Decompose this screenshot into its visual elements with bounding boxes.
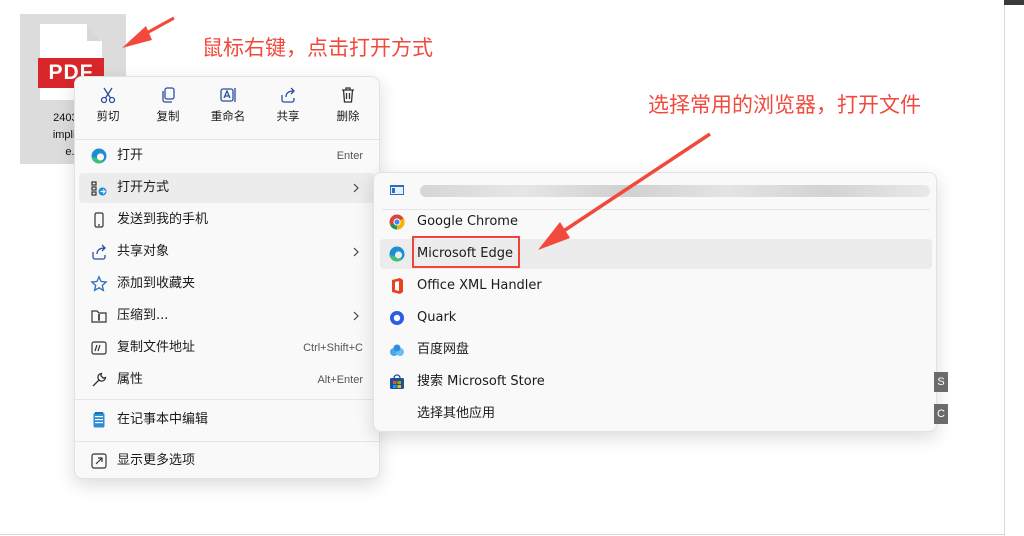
menu-item-open-with[interactable]: 打开方式 <box>79 173 375 203</box>
rename-label: 重命名 <box>210 109 246 123</box>
menu-item-label: 打开 <box>117 148 144 163</box>
menu-divider <box>75 139 379 140</box>
notepad-icon <box>93 412 105 428</box>
share-icon <box>281 87 295 103</box>
menu-item-label: 添加到收藏夹 <box>117 276 196 291</box>
submenu-item-label: Office XML Handler <box>417 278 542 293</box>
window-bottom-edge <box>0 534 1004 535</box>
submenu-item-label: 选择其他应用 <box>417 406 496 421</box>
more-options-icon <box>91 453 107 469</box>
menu-item-compress[interactable]: 压缩到... <box>79 301 375 331</box>
highlight-box-edge <box>412 236 520 268</box>
window-edge <box>1004 0 1005 536</box>
edge-icon <box>91 148 107 164</box>
phone-icon <box>94 212 104 228</box>
access-key-hint: C <box>934 404 948 424</box>
menu-item-properties[interactable]: 属性 Alt+Enter <box>79 365 375 395</box>
menu-item-label: 复制文件地址 <box>117 340 196 355</box>
submenu-item-store[interactable]: 搜索 Microsoft Store <box>380 367 932 397</box>
rename-button[interactable]: 重命名 <box>203 86 253 130</box>
menu-shortcut: Alt+Enter <box>317 374 363 386</box>
copy-label: 复制 <box>156 109 180 123</box>
submenu-item-choose-other[interactable]: 选择其他应用 <box>380 399 932 429</box>
scissors-icon <box>100 87 116 104</box>
menu-item-share-to[interactable]: 共享对象 <box>79 237 375 267</box>
open-with-submenu: Google Chrome Microsoft Edge Office XML … <box>373 172 937 432</box>
chevron-right-icon <box>353 311 359 321</box>
window-corner <box>1004 0 1024 5</box>
submenu-item-quark[interactable]: Quark <box>380 303 932 333</box>
edge-icon <box>389 246 405 262</box>
access-key-hint: S <box>934 372 948 392</box>
menu-divider <box>75 399 379 400</box>
annotation-right-click: 鼠标右键，点击打开方式 <box>202 36 433 60</box>
menu-item-more-options[interactable]: 显示更多选项 <box>79 446 375 476</box>
zip-icon <box>91 310 107 323</box>
menu-item-label: 共享对象 <box>117 244 170 259</box>
menu-item-copy-path[interactable]: 复制文件地址 Ctrl+Shift+C <box>79 333 375 363</box>
chrome-icon <box>389 214 405 230</box>
menu-item-send-to-phone[interactable]: 发送到我的手机 <box>79 205 375 235</box>
delete-button[interactable]: 删除 <box>323 86 373 130</box>
submenu-item-label: 搜索 Microsoft Store <box>417 374 545 389</box>
store-icon <box>390 374 404 389</box>
share-label: 共享 <box>276 109 300 123</box>
quark-icon <box>390 311 404 325</box>
path-icon <box>91 341 107 355</box>
menu-divider <box>75 441 379 442</box>
submenu-item-label: Quark <box>417 310 457 325</box>
menu-item-label: 属性 <box>117 372 144 387</box>
submenu-item-chrome[interactable]: Google Chrome <box>380 207 932 237</box>
office-icon <box>392 278 403 294</box>
cut-button[interactable]: 剪切 <box>83 86 133 130</box>
cut-label: 剪切 <box>96 109 120 123</box>
submenu-item-office-xml[interactable]: Office XML Handler <box>380 271 932 301</box>
delete-label: 删除 <box>336 109 360 123</box>
baidu-netdisk-icon <box>390 344 404 356</box>
submenu-item-label: 百度网盘 <box>417 342 470 357</box>
copy-button[interactable]: 复制 <box>143 86 193 130</box>
trash-icon <box>342 87 354 103</box>
menu-shortcut: Enter <box>336 150 363 162</box>
context-menu: 剪切 复制 重命名 共享 删除 打开 Enter 打开方式 发送到我的手机 共享… <box>74 76 380 479</box>
share-icon <box>92 244 106 260</box>
menu-item-edit-notepad[interactable]: 在记事本中编辑 <box>79 405 375 435</box>
share-button[interactable]: 共享 <box>263 86 313 130</box>
menu-item-label: 压缩到... <box>117 308 169 323</box>
star-icon <box>90 275 108 292</box>
wrench-icon <box>92 372 107 387</box>
menu-item-open[interactable]: 打开 Enter <box>79 141 375 171</box>
submenu-item-baidu-netdisk[interactable]: 百度网盘 <box>380 335 932 365</box>
app-window-icon <box>390 185 404 195</box>
chevron-right-icon <box>353 183 359 193</box>
context-toolbar: 剪切 复制 重命名 共享 删除 <box>75 77 379 133</box>
menu-item-label: 显示更多选项 <box>117 453 196 468</box>
submenu-item-label: Google Chrome <box>417 214 518 229</box>
submenu-item-default-app[interactable] <box>380 175 932 205</box>
rename-icon <box>220 88 236 102</box>
menu-shortcut: Ctrl+Shift+C <box>303 342 363 354</box>
menu-item-label: 在记事本中编辑 <box>117 412 209 427</box>
copy-icon <box>162 87 175 103</box>
menu-item-label: 发送到我的手机 <box>117 212 209 227</box>
arrow-to-file <box>122 16 175 48</box>
menu-item-label: 打开方式 <box>117 180 170 195</box>
menu-item-add-favorites[interactable]: 添加到收藏夹 <box>79 269 375 299</box>
open-with-icon <box>91 181 107 196</box>
blurred-app-name <box>420 185 930 197</box>
chevron-right-icon <box>353 247 359 257</box>
annotation-choose-browser: 选择常用的浏览器，打开文件 <box>648 93 921 117</box>
